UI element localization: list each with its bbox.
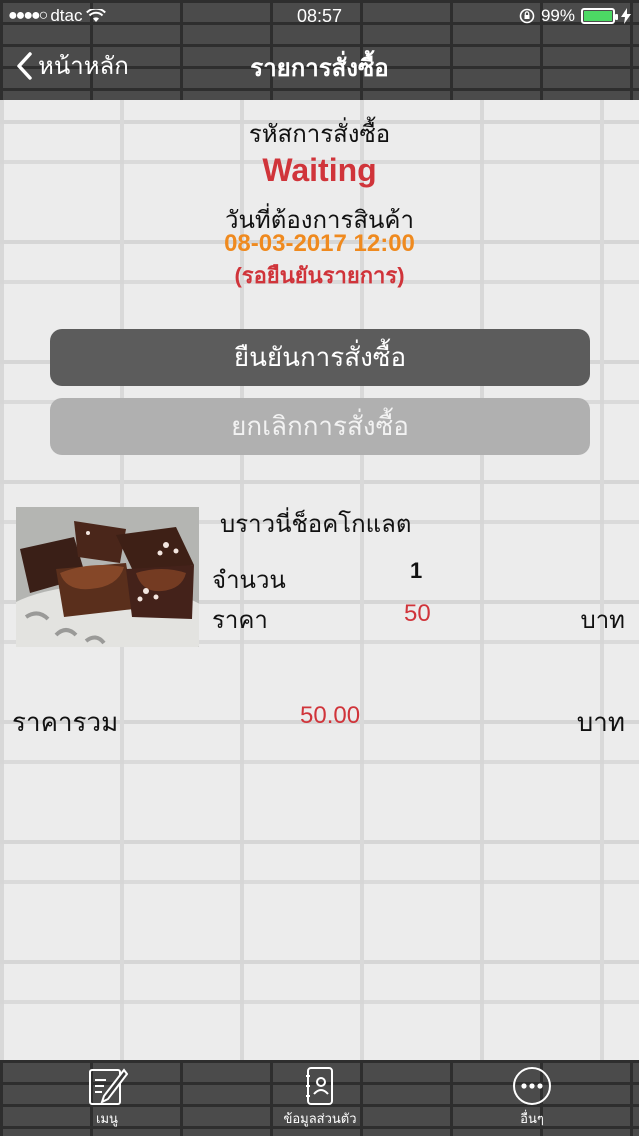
price-unit: บาท — [580, 607, 625, 634]
total-label: ราคารวม — [12, 707, 119, 737]
quantity-value: 1 — [410, 558, 423, 583]
tab-bar: เมนู ข้อมูลส่วนตัว อื่นๆ — [0, 1060, 639, 1136]
status-bar: ●●●●○ dtac 08:57 99% — [0, 0, 639, 34]
quantity-label: จำนวน — [212, 567, 286, 594]
tab-profile[interactable]: ข้อมูลส่วนตัว — [240, 1066, 400, 1129]
contacts-book-icon — [306, 1067, 333, 1105]
tab-menu[interactable]: เมนู — [27, 1066, 187, 1129]
top-bar: ●●●●○ dtac 08:57 99% หน้าหลัก รายการสั่ง… — [0, 0, 639, 100]
battery-info: 99% — [519, 6, 631, 26]
confirm-order-button[interactable]: ยืนยันการสั่งซื้อ — [50, 329, 590, 386]
product-name: บราวนี่ช็อคโกแลต — [220, 511, 412, 538]
orientation-lock-icon — [519, 8, 535, 24]
pending-confirmation-note: (รอยืนยันรายการ) — [234, 263, 405, 288]
battery-icon — [581, 8, 618, 24]
product-image — [16, 507, 199, 647]
tab-profile-label: ข้อมูลส่วนตัว — [283, 1111, 357, 1126]
tab-more-label: อื่นๆ — [520, 1111, 544, 1126]
date-value: 08-03-2017 12:00 — [224, 230, 415, 257]
battery-percent: 99% — [540, 6, 575, 25]
menu-edit-icon — [89, 1068, 128, 1105]
price-label: ราคา — [212, 607, 268, 634]
price-value: 50 — [404, 600, 431, 627]
more-icon — [513, 1067, 551, 1105]
total-value: 50.00 — [300, 702, 361, 729]
cancel-order-button[interactable]: ยกเลิกการสั่งซื้อ — [50, 398, 590, 455]
tab-more[interactable]: อื่นๆ — [452, 1066, 612, 1129]
order-code-label: รหัสการสั่งซื้อ — [248, 121, 391, 148]
tab-menu-label: เมนู — [96, 1111, 118, 1126]
page-title: รายการสั่งซื้อ — [250, 55, 389, 82]
charging-icon — [621, 8, 631, 24]
total-unit: บาท — [576, 707, 625, 737]
order-status: Waiting — [262, 152, 377, 188]
